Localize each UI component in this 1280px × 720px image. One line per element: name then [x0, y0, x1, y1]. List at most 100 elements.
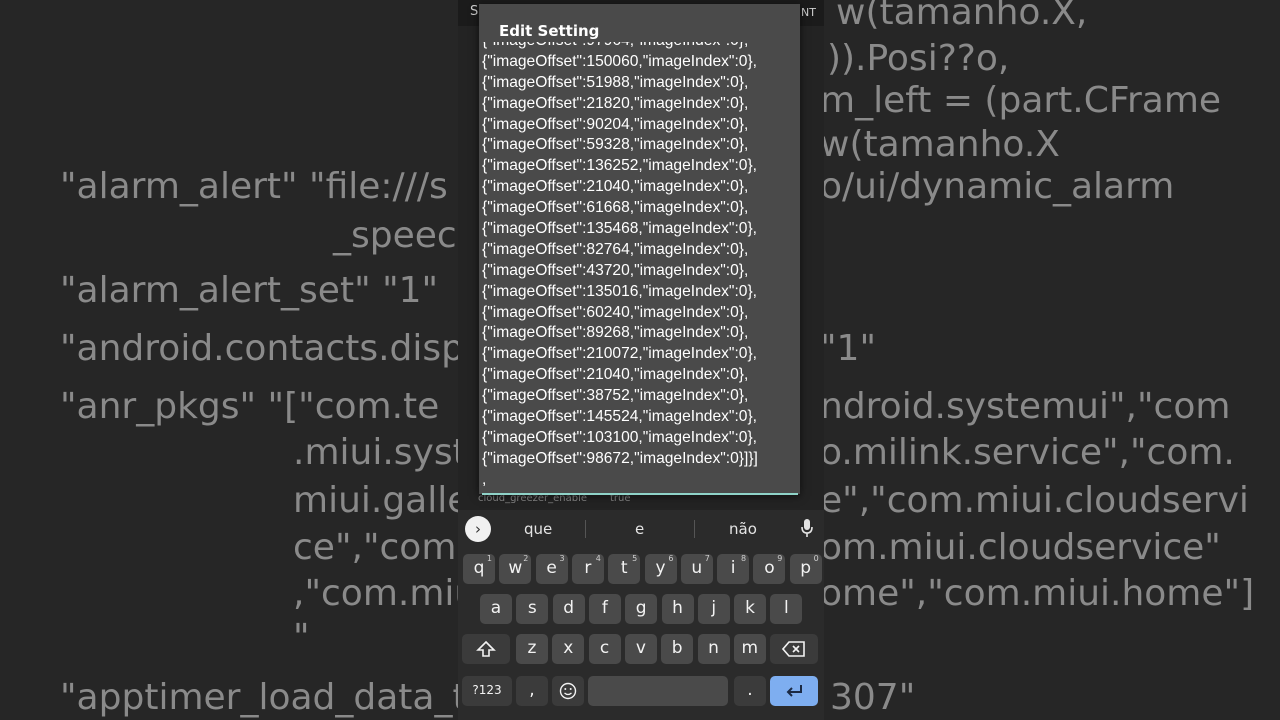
- key-c[interactable]: c: [588, 634, 621, 664]
- setting-value-line: {"imageOffset":89268,"imageIndex":0},: [482, 324, 749, 342]
- background-text-line: "1": [820, 328, 877, 369]
- setting-value-line: {"imageOffset":145524,"imageIndex":0},: [482, 408, 757, 426]
- microphone-icon[interactable]: [800, 518, 814, 540]
- background-text-line: "anr_pkgs" "["com.te: [60, 386, 440, 427]
- background-text-line: w(tamanho.X: [820, 124, 1060, 165]
- key-e[interactable]: e3: [535, 554, 568, 584]
- key-hint: 1: [486, 554, 492, 563]
- key-label: b: [671, 638, 683, 658]
- key-label: k: [745, 598, 756, 618]
- key-label: o: [764, 558, 775, 578]
- key-r[interactable]: r4: [571, 554, 604, 584]
- backspace-key[interactable]: [770, 634, 818, 664]
- key-d[interactable]: d: [552, 594, 585, 624]
- setting-value-line: {"imageOffset":21040,"imageIndex":0},: [482, 366, 749, 384]
- background-text-line: om.miui.cloudservice": [820, 527, 1221, 568]
- background-text-line: "apptimer_load_data_t: [60, 677, 467, 718]
- emoji-key[interactable]: [552, 676, 584, 706]
- background-text-line: ": [293, 617, 310, 658]
- key-s[interactable]: s: [516, 594, 549, 624]
- key-label: a: [490, 598, 502, 618]
- key-label: m: [741, 638, 759, 658]
- key-k[interactable]: k: [734, 594, 767, 624]
- suggestion-2[interactable]: e: [635, 520, 644, 538]
- key-w[interactable]: w2: [499, 554, 532, 584]
- key-m[interactable]: m: [733, 634, 766, 664]
- key-hint: 0: [813, 554, 819, 563]
- key-g[interactable]: g: [625, 594, 658, 624]
- key-a[interactable]: a: [480, 594, 512, 624]
- setting-value-line: {"imageOffset":43720,"imageIndex":0},: [482, 261, 749, 279]
- status-left-text: S: [470, 4, 479, 19]
- space-bar[interactable]: [588, 676, 728, 706]
- key-hint: 8: [741, 554, 747, 563]
- setting-value-line: {"imageOffset":97964,"imageIndex":0},: [482, 42, 758, 52]
- background-text-line: w(tamanho.X,: [836, 0, 1088, 33]
- key-u[interactable]: u7: [680, 554, 713, 584]
- suggestion-divider: [585, 520, 586, 538]
- setting-value-line: {"imageOffset":51988,"imageIndex":0},: [482, 73, 749, 91]
- setting-value-line: {"imageOffset":59328,"imageIndex":0},: [482, 136, 749, 154]
- background-text-line: "alarm_alert" "file:///s: [60, 166, 448, 207]
- key-j[interactable]: j: [697, 594, 730, 624]
- suggestion-3[interactable]: não: [729, 520, 757, 538]
- key-label: z: [527, 638, 537, 658]
- key-b[interactable]: b: [661, 634, 694, 664]
- background-text-line: "android.contacts.disp: [60, 328, 464, 369]
- setting-value-line: {"imageOffset":103100,"imageIndex":0},: [482, 428, 757, 446]
- key-q[interactable]: q1: [463, 554, 495, 584]
- key-label: w: [508, 558, 523, 578]
- setting-value-line: {"imageOffset":135016,"imageIndex":0},: [482, 282, 757, 300]
- background-text-line: _speec: [333, 215, 457, 256]
- background-text-line: m_left = (part.CFrame: [820, 80, 1222, 121]
- key-hint: 2: [523, 554, 529, 563]
- background-text-line: "alarm_alert_set" "1": [60, 270, 439, 311]
- setting-value-line: {"imageOffset":90204,"imageIndex":0},: [482, 115, 749, 133]
- key-l[interactable]: l: [770, 594, 803, 624]
- key-label: f: [601, 598, 608, 618]
- key-p[interactable]: p0: [789, 554, 822, 584]
- key-label: .: [747, 680, 753, 700]
- key-o[interactable]: o9: [753, 554, 786, 584]
- enter-icon: [786, 685, 802, 697]
- key-hint: 3: [559, 554, 565, 563]
- setting-value-line: {"imageOffset":136252,"imageIndex":0},: [482, 157, 757, 175]
- key-v[interactable]: v: [624, 634, 657, 664]
- setting-value-line: {"imageOffset":38752,"imageIndex":0},: [482, 387, 749, 405]
- key-label: s: [527, 598, 537, 618]
- edit-setting-dialog: Edit Setting {"imageOffset":97964,"image…: [479, 4, 800, 495]
- background-text-line: 307": [830, 677, 916, 718]
- background-text-line: e","com.miui.cloudservi: [820, 480, 1249, 521]
- period-key[interactable]: .: [734, 676, 766, 706]
- setting-value-line: ,: [482, 470, 487, 488]
- text-field-underline: [482, 493, 798, 495]
- background-text-line: ome","com.miui.home"]: [820, 573, 1255, 614]
- chevron-right-icon[interactable]: ›: [465, 516, 491, 542]
- suggestion-strip: › que e não: [458, 510, 824, 548]
- setting-value-textarea[interactable]: {"imageOffset":97964,"imageIndex":0}, {"i…: [482, 42, 798, 490]
- enter-key[interactable]: [770, 676, 818, 706]
- key-label: i: [730, 558, 736, 578]
- key-i[interactable]: i8: [717, 554, 750, 584]
- setting-value-line: {"imageOffset":21040,"imageIndex":0},: [482, 178, 749, 196]
- key-h[interactable]: h: [661, 594, 694, 624]
- key-z[interactable]: z: [516, 634, 548, 664]
- shift-key[interactable]: [462, 634, 510, 664]
- setting-value-line: {"imageOffset":135468,"imageIndex":0},: [482, 220, 757, 238]
- key-n[interactable]: n: [697, 634, 730, 664]
- key-t[interactable]: t5: [608, 554, 641, 584]
- suggestion-1[interactable]: que: [524, 520, 552, 538]
- key-label: n: [708, 638, 719, 658]
- setting-value-line: {"imageOffset":60240,"imageIndex":0},: [482, 303, 749, 321]
- background-text-line: o.milink.service","com.: [820, 432, 1235, 473]
- background-text-line: ndroid.systemui","com: [820, 386, 1231, 427]
- key-hint: 7: [704, 554, 710, 563]
- key-f[interactable]: f: [588, 594, 621, 624]
- comma-key[interactable]: ,: [516, 676, 548, 706]
- key-hint: 6: [668, 554, 674, 563]
- symbols-key[interactable]: ?123: [462, 676, 512, 706]
- key-y[interactable]: y6: [644, 554, 677, 584]
- key-x[interactable]: x: [552, 634, 585, 664]
- key-hint: 9: [777, 554, 783, 563]
- background-text-line: .miui.syst: [293, 432, 467, 473]
